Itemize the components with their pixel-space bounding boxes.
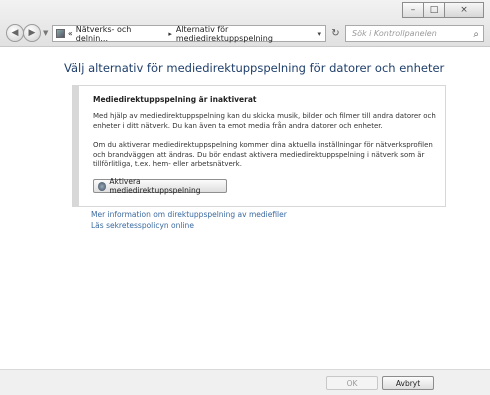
address-bar[interactable]: « Nätverks- och delnin... ▸ Alternativ f… (52, 25, 326, 43)
status-info-box: Mediedirektuppspelning är inaktiverat Me… (72, 85, 446, 207)
activate-streaming-label: Aktivera mediedirektuppspelning (109, 177, 201, 195)
forward-button[interactable]: ▶ (23, 24, 41, 42)
search-icon[interactable]: ⌕ (473, 27, 479, 42)
history-dropdown-icon[interactable]: ▼ (43, 29, 48, 37)
streaming-icon (98, 181, 107, 191)
description-paragraph: Med hjälp av mediedirektuppspelning kan … (93, 112, 436, 130)
forward-arrow-icon: ▶ (28, 28, 36, 38)
close-icon: × (460, 5, 468, 15)
page-title: Välj alternativ för mediedirektuppspelni… (64, 61, 445, 75)
control-panel-icon (56, 29, 65, 38)
status-heading: Mediedirektuppspelning är inaktiverat (93, 95, 257, 104)
maximize-icon: □ (429, 5, 439, 15)
back-arrow-icon: ◀ (11, 28, 19, 38)
help-links: Mer information om direktuppspelning av … (91, 209, 287, 231)
ok-button[interactable]: OK (326, 376, 378, 390)
link-privacy-policy[interactable]: Läs sekretesspolicyn online (91, 220, 287, 231)
activate-streaming-button[interactable]: Aktivera mediedirektuppspelning (93, 177, 227, 195)
breadcrumb-overflow[interactable]: « (68, 29, 73, 38)
breadcrumb-separator-icon[interactable]: ▸ (168, 30, 172, 38)
caption-buttons: – □ × (402, 2, 484, 20)
search-input[interactable]: Sök i Kontrollpanelen ⌕ (345, 25, 484, 42)
content-area: Välj alternativ för mediedirektuppspelni… (0, 47, 490, 369)
breadcrumb-item-network[interactable]: Nätverks- och delnin... (76, 25, 165, 43)
control-panel-window: – □ × ◀ ▶ ▼ « Nätverks- och delnin... ▸ … (0, 0, 490, 395)
refresh-button[interactable]: ↻ (328, 26, 343, 41)
dialog-footer: OK Avbryt (0, 369, 490, 395)
close-button[interactable]: × (444, 2, 484, 18)
warning-paragraph: Om du aktiverar mediedirektuppspelning k… (93, 141, 433, 168)
minimize-icon: – (410, 5, 416, 15)
navigation-bar: ◀ ▶ ▼ « Nätverks- och delnin... ▸ Altern… (6, 24, 484, 44)
search-placeholder: Sök i Kontrollpanelen (352, 29, 437, 38)
maximize-button[interactable]: □ (423, 2, 445, 18)
cancel-button[interactable]: Avbryt (382, 376, 434, 390)
address-dropdown-icon[interactable]: ▾ (317, 30, 321, 38)
back-button[interactable]: ◀ (6, 24, 24, 42)
refresh-icon: ↻ (331, 28, 340, 39)
breadcrumb-item-media-streaming[interactable]: Alternativ för mediedirektuppspelning (176, 25, 325, 43)
title-bar: – □ × ◀ ▶ ▼ « Nätverks- och delnin... ▸ … (0, 0, 490, 47)
link-more-info[interactable]: Mer information om direktuppspelning av … (91, 209, 287, 220)
minimize-button[interactable]: – (402, 2, 424, 18)
